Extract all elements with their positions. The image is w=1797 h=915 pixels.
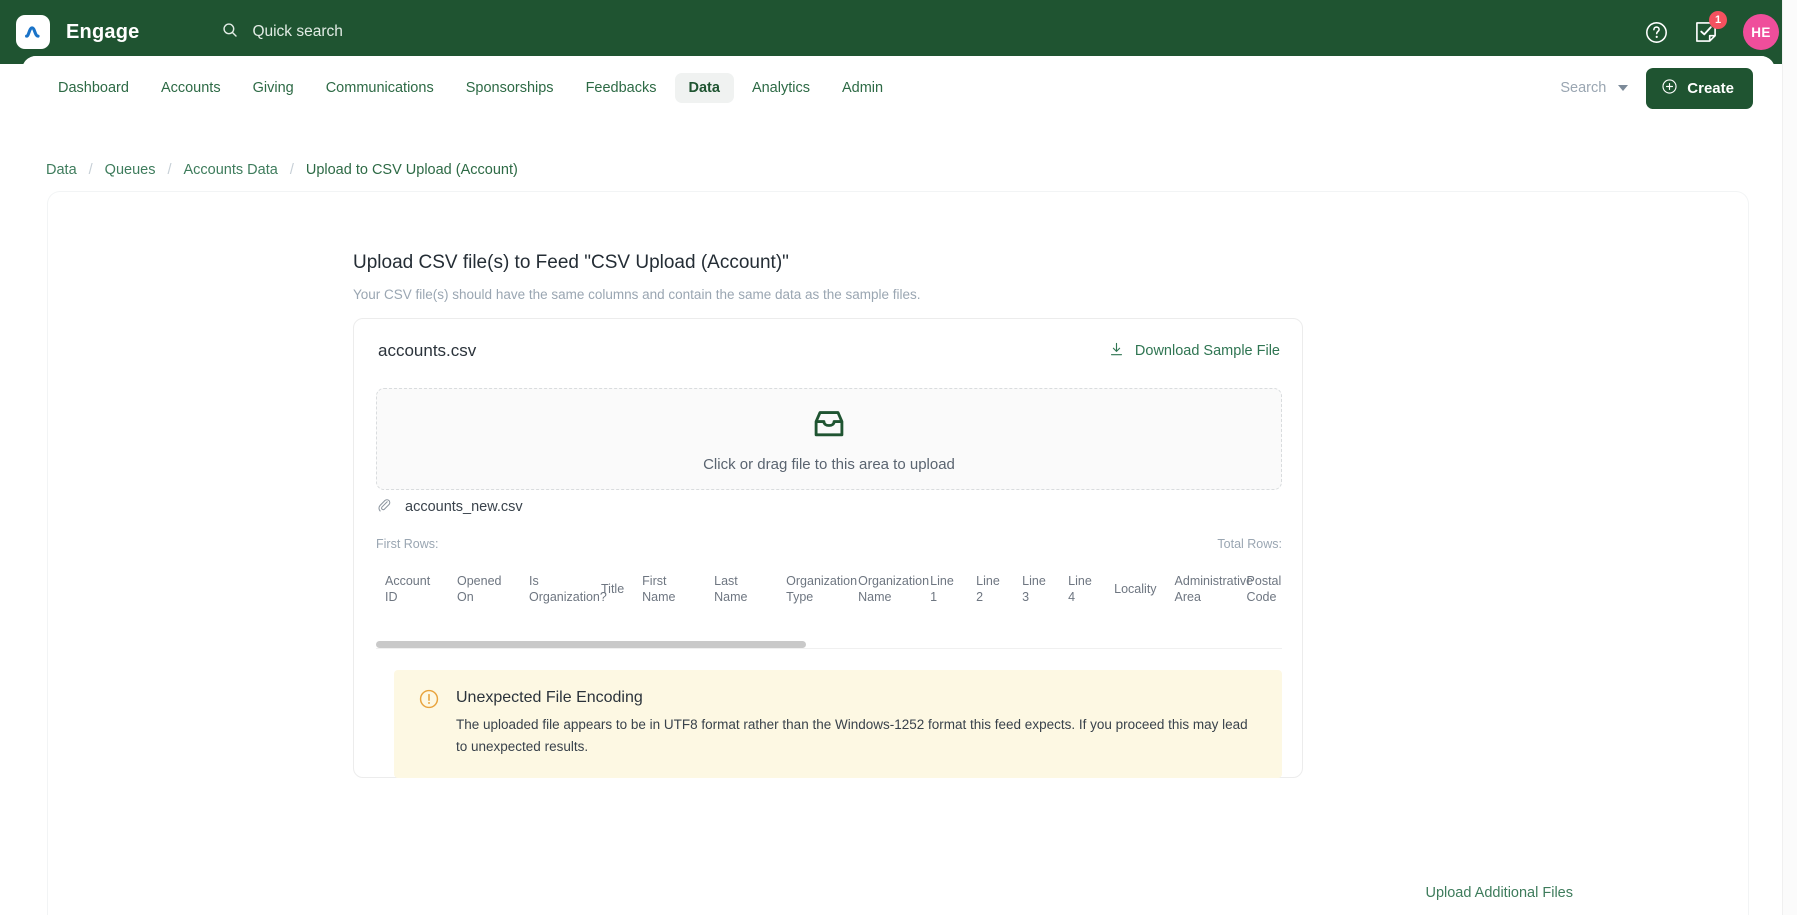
breadcrumb-item-upload[interactable]: Upload to CSV Upload (Account) [306, 162, 518, 178]
nav-item-admin[interactable]: Admin [828, 73, 897, 103]
page-scrollbar[interactable] [1782, 0, 1797, 915]
download-icon [1108, 341, 1125, 362]
engage-wave-logo-icon[interactable] [16, 15, 50, 49]
column-header-is-organization[interactable]: Is Organization? [520, 563, 607, 615]
search-dropdown[interactable]: Search [1560, 80, 1629, 96]
file-card-header: accounts.csv Download Sample File [354, 319, 1302, 383]
column-header-organization-name[interactable]: Organization Name [849, 563, 929, 615]
column-header-locality[interactable]: Locality [1105, 563, 1165, 615]
brand-name: Engage [66, 20, 140, 43]
breadcrumb-separator: / [88, 162, 93, 178]
breadcrumb-item-data[interactable]: Data [46, 162, 77, 178]
nav-item-list: Dashboard Accounts Giving Communications… [44, 73, 897, 103]
file-encoding-warning: Unexpected File Encoding The uploaded fi… [394, 670, 1282, 778]
create-button-label: Create [1687, 79, 1734, 97]
search-dropdown-label: Search [1560, 80, 1607, 96]
quick-search-input[interactable]: Quick search [221, 21, 343, 44]
nav-item-data[interactable]: Data [674, 73, 734, 103]
avatar[interactable]: HE [1743, 14, 1779, 50]
column-header-line-2[interactable]: Line 2 [967, 563, 1013, 615]
primary-navigation: Dashboard Accounts Giving Communications… [22, 56, 1775, 120]
file-upload-card: accounts.csv Download Sample File Click … [353, 318, 1303, 778]
warning-exclamation-icon [418, 688, 440, 758]
nav-item-analytics[interactable]: Analytics [738, 73, 824, 103]
column-header-opened-on[interactable]: Opened On [448, 563, 520, 615]
inbox-tray-icon [811, 406, 847, 447]
task-note-icon[interactable]: 1 [1693, 11, 1727, 45]
upload-additional-files-link[interactable]: Upload Additional Files [1425, 885, 1573, 901]
paperclip-icon [376, 497, 392, 517]
help-circle-icon[interactable] [1644, 20, 1669, 45]
column-header-organization-type[interactable]: Organization Type [777, 563, 857, 615]
nav-item-dashboard[interactable]: Dashboard [44, 73, 143, 103]
csv-preview-table-wrapper: Account ID Opened On Is Organization? Ti… [376, 563, 1282, 635]
column-header-last-name[interactable]: Last Name [705, 563, 777, 615]
topbar-actions: 1 HE [1644, 0, 1779, 64]
nav-item-communications[interactable]: Communications [312, 73, 448, 103]
nav-item-accounts[interactable]: Accounts [147, 73, 235, 103]
total-rows-label: Total Rows: [1217, 537, 1282, 551]
attached-file-item[interactable]: accounts_new.csv [376, 497, 523, 517]
alert-body: Unexpected File Encoding The uploaded fi… [456, 688, 1260, 758]
csv-preview-table: Account ID Opened On Is Organization? Ti… [376, 563, 1282, 615]
top-app-bar: Engage Quick search 1 HE [0, 0, 1797, 64]
rows-summary: First Rows: Total Rows: [376, 537, 1282, 551]
chevron-down-icon [1618, 85, 1629, 91]
download-sample-file-label: Download Sample File [1134, 343, 1280, 359]
column-header-postal-code[interactable]: Postal Code [1238, 563, 1282, 615]
create-button[interactable]: Create [1646, 67, 1753, 109]
dropzone-label: Click or drag file to this area to uploa… [703, 455, 955, 473]
page-title: Upload CSV file(s) to Feed "CSV Upload (… [353, 252, 789, 273]
nav-right-actions: Search Create [1560, 56, 1753, 120]
quick-search-placeholder: Quick search [252, 23, 343, 40]
attached-file-name: accounts_new.csv [405, 499, 523, 515]
table-scrollbar-thumb[interactable] [376, 641, 806, 648]
alert-title: Unexpected File Encoding [456, 689, 643, 706]
alert-message: The uploaded file appears to be in UTF8 … [456, 717, 1248, 754]
first-rows-label: First Rows: [376, 537, 439, 551]
column-header-line-3[interactable]: Line 3 [1013, 563, 1059, 615]
breadcrumb-item-queues[interactable]: Queues [105, 162, 156, 178]
breadcrumb: Data / Queues / Accounts Data / Upload t… [22, 148, 1775, 192]
upload-page-card: Upload CSV file(s) to Feed "CSV Upload (… [48, 192, 1748, 915]
breadcrumb-separator: / [289, 162, 294, 178]
breadcrumb-separator: / [167, 162, 172, 178]
nav-item-feedbacks[interactable]: Feedbacks [572, 73, 671, 103]
nav-item-sponsorships[interactable]: Sponsorships [452, 73, 568, 103]
page-subtitle: Your CSV file(s) should have the same co… [353, 287, 921, 302]
column-header-first-name[interactable]: First Name [633, 563, 705, 615]
table-header-row: Account ID Opened On Is Organization? Ti… [376, 563, 1282, 615]
task-badge-count: 1 [1709, 11, 1727, 29]
table-divider [376, 648, 1282, 649]
column-header-administrative-area[interactable]: Administrative Area [1166, 563, 1254, 615]
nav-item-giving[interactable]: Giving [239, 73, 308, 103]
download-sample-file-link[interactable]: Download Sample File [1108, 341, 1280, 362]
column-header-account-id[interactable]: Account ID [376, 563, 448, 615]
table-horizontal-scrollbar[interactable] [376, 641, 1282, 648]
file-dropzone[interactable]: Click or drag file to this area to uploa… [376, 388, 1282, 490]
column-header-line-4[interactable]: Line 4 [1059, 563, 1105, 615]
sample-file-name: accounts.csv [378, 341, 477, 360]
breadcrumb-item-accounts-data[interactable]: Accounts Data [184, 162, 278, 178]
search-icon [221, 21, 239, 44]
plus-circle-icon [1661, 78, 1678, 99]
column-header-line-1[interactable]: Line 1 [921, 563, 967, 615]
